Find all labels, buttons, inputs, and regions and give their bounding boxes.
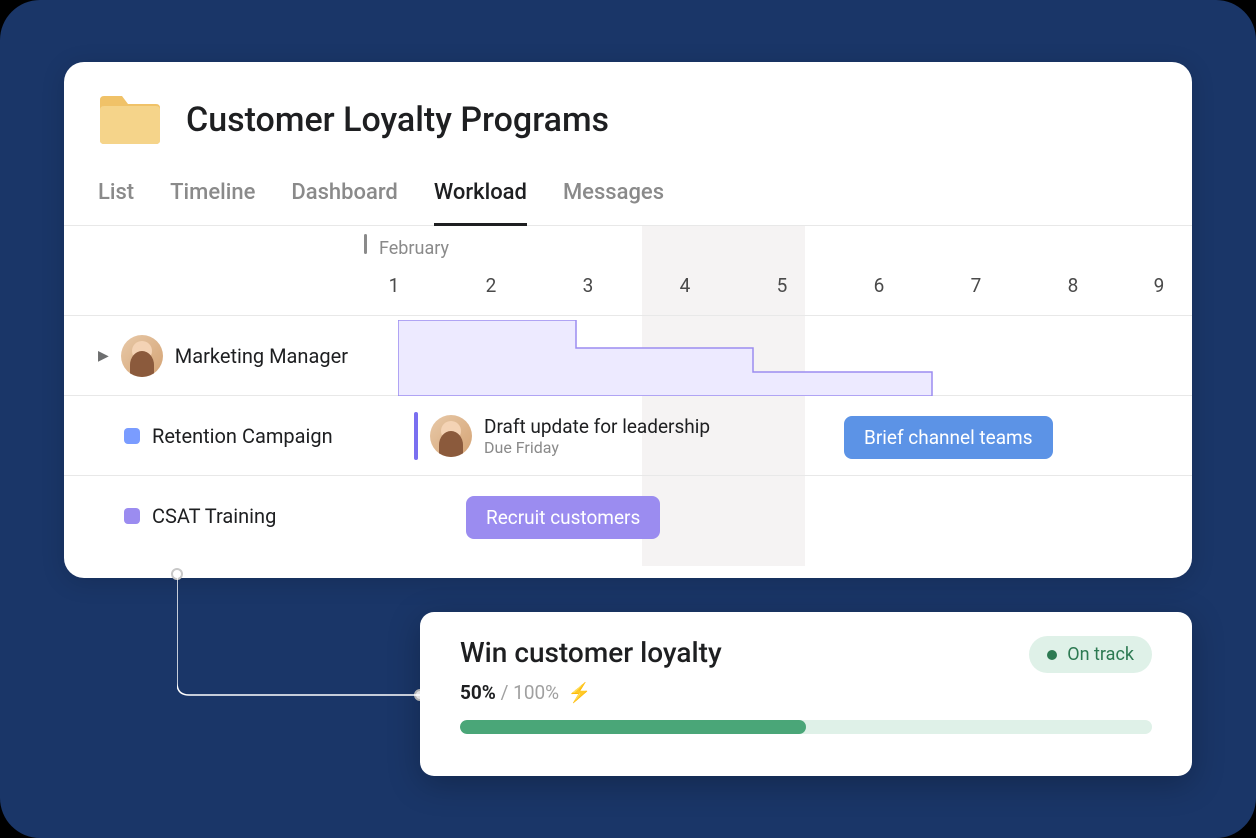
connector-line — [177, 573, 427, 703]
task-brief-channel-teams[interactable]: Brief channel teams — [844, 416, 1053, 459]
project-color-chip — [124, 508, 140, 524]
workload-chart — [398, 320, 958, 396]
task-recruit-customers[interactable]: Recruit customers — [466, 496, 660, 539]
row-csat-training[interactable]: CSAT Training Recruit customers — [64, 476, 1192, 556]
status-label: On track — [1067, 644, 1134, 665]
goal-progress-bar — [460, 720, 1152, 734]
expand-caret-icon[interactable]: ▶ — [98, 348, 109, 364]
task-due: Due Friday — [484, 438, 710, 457]
goal-card[interactable]: Win customer loyalty 50% / 100% ⚡ On tra… — [420, 612, 1192, 776]
month-tick — [364, 234, 367, 254]
connector-dot-start — [171, 568, 183, 580]
day-numbers: 1 2 3 4 5 6 7 8 9 — [64, 274, 1192, 316]
row-marketing-manager[interactable]: ▶ Marketing Manager — [64, 316, 1192, 396]
goal-target: 100% — [513, 681, 559, 704]
row-retention-campaign[interactable]: Retention Campaign Draft update for lead… — [64, 396, 1192, 476]
task-title: Draft update for leadership — [484, 415, 710, 438]
goal-progress-fill — [460, 720, 806, 734]
task-pill-label: Recruit customers — [486, 506, 640, 529]
task-draft-update[interactable]: Draft update for leadership Due Friday — [414, 412, 710, 460]
bolt-icon: ⚡ — [568, 681, 592, 704]
day-6: 6 — [874, 274, 885, 297]
day-5: 5 — [777, 274, 788, 297]
panel-header: Customer Loyalty Programs — [64, 62, 1192, 166]
goal-progress-text: 50% / 100% ⚡ — [460, 681, 1152, 704]
status-badge: On track — [1029, 636, 1152, 673]
task-pill-label: Brief channel teams — [864, 426, 1033, 449]
row-label: CSAT Training — [152, 504, 276, 528]
day-8: 8 — [1068, 274, 1079, 297]
day-3: 3 — [583, 274, 594, 297]
workload-panel: Customer Loyalty Programs List Timeline … — [64, 62, 1192, 578]
row-label: Retention Campaign — [152, 424, 333, 448]
day-4: 4 — [680, 274, 691, 297]
project-color-chip — [124, 428, 140, 444]
day-1: 1 — [389, 274, 400, 297]
folder-icon — [98, 94, 162, 146]
status-dot-icon — [1047, 650, 1057, 660]
month-label: February — [379, 238, 449, 259]
tab-messages[interactable]: Messages — [563, 166, 664, 226]
goal-current: 50% — [460, 681, 496, 704]
tab-timeline[interactable]: Timeline — [170, 166, 255, 226]
day-2: 2 — [486, 274, 497, 297]
tab-workload[interactable]: Workload — [434, 166, 527, 226]
tab-dashboard[interactable]: Dashboard — [291, 166, 397, 226]
page-title: Customer Loyalty Programs — [186, 100, 609, 140]
row-label: Marketing Manager — [175, 344, 348, 368]
avatar — [121, 335, 163, 377]
day-7: 7 — [971, 274, 982, 297]
tab-list[interactable]: List — [98, 166, 134, 226]
avatar — [430, 415, 472, 457]
tabs: List Timeline Dashboard Workload Message… — [64, 166, 1192, 226]
day-9: 9 — [1154, 274, 1165, 297]
timeline-header: February 1 2 3 4 5 6 7 8 9 — [64, 226, 1192, 316]
